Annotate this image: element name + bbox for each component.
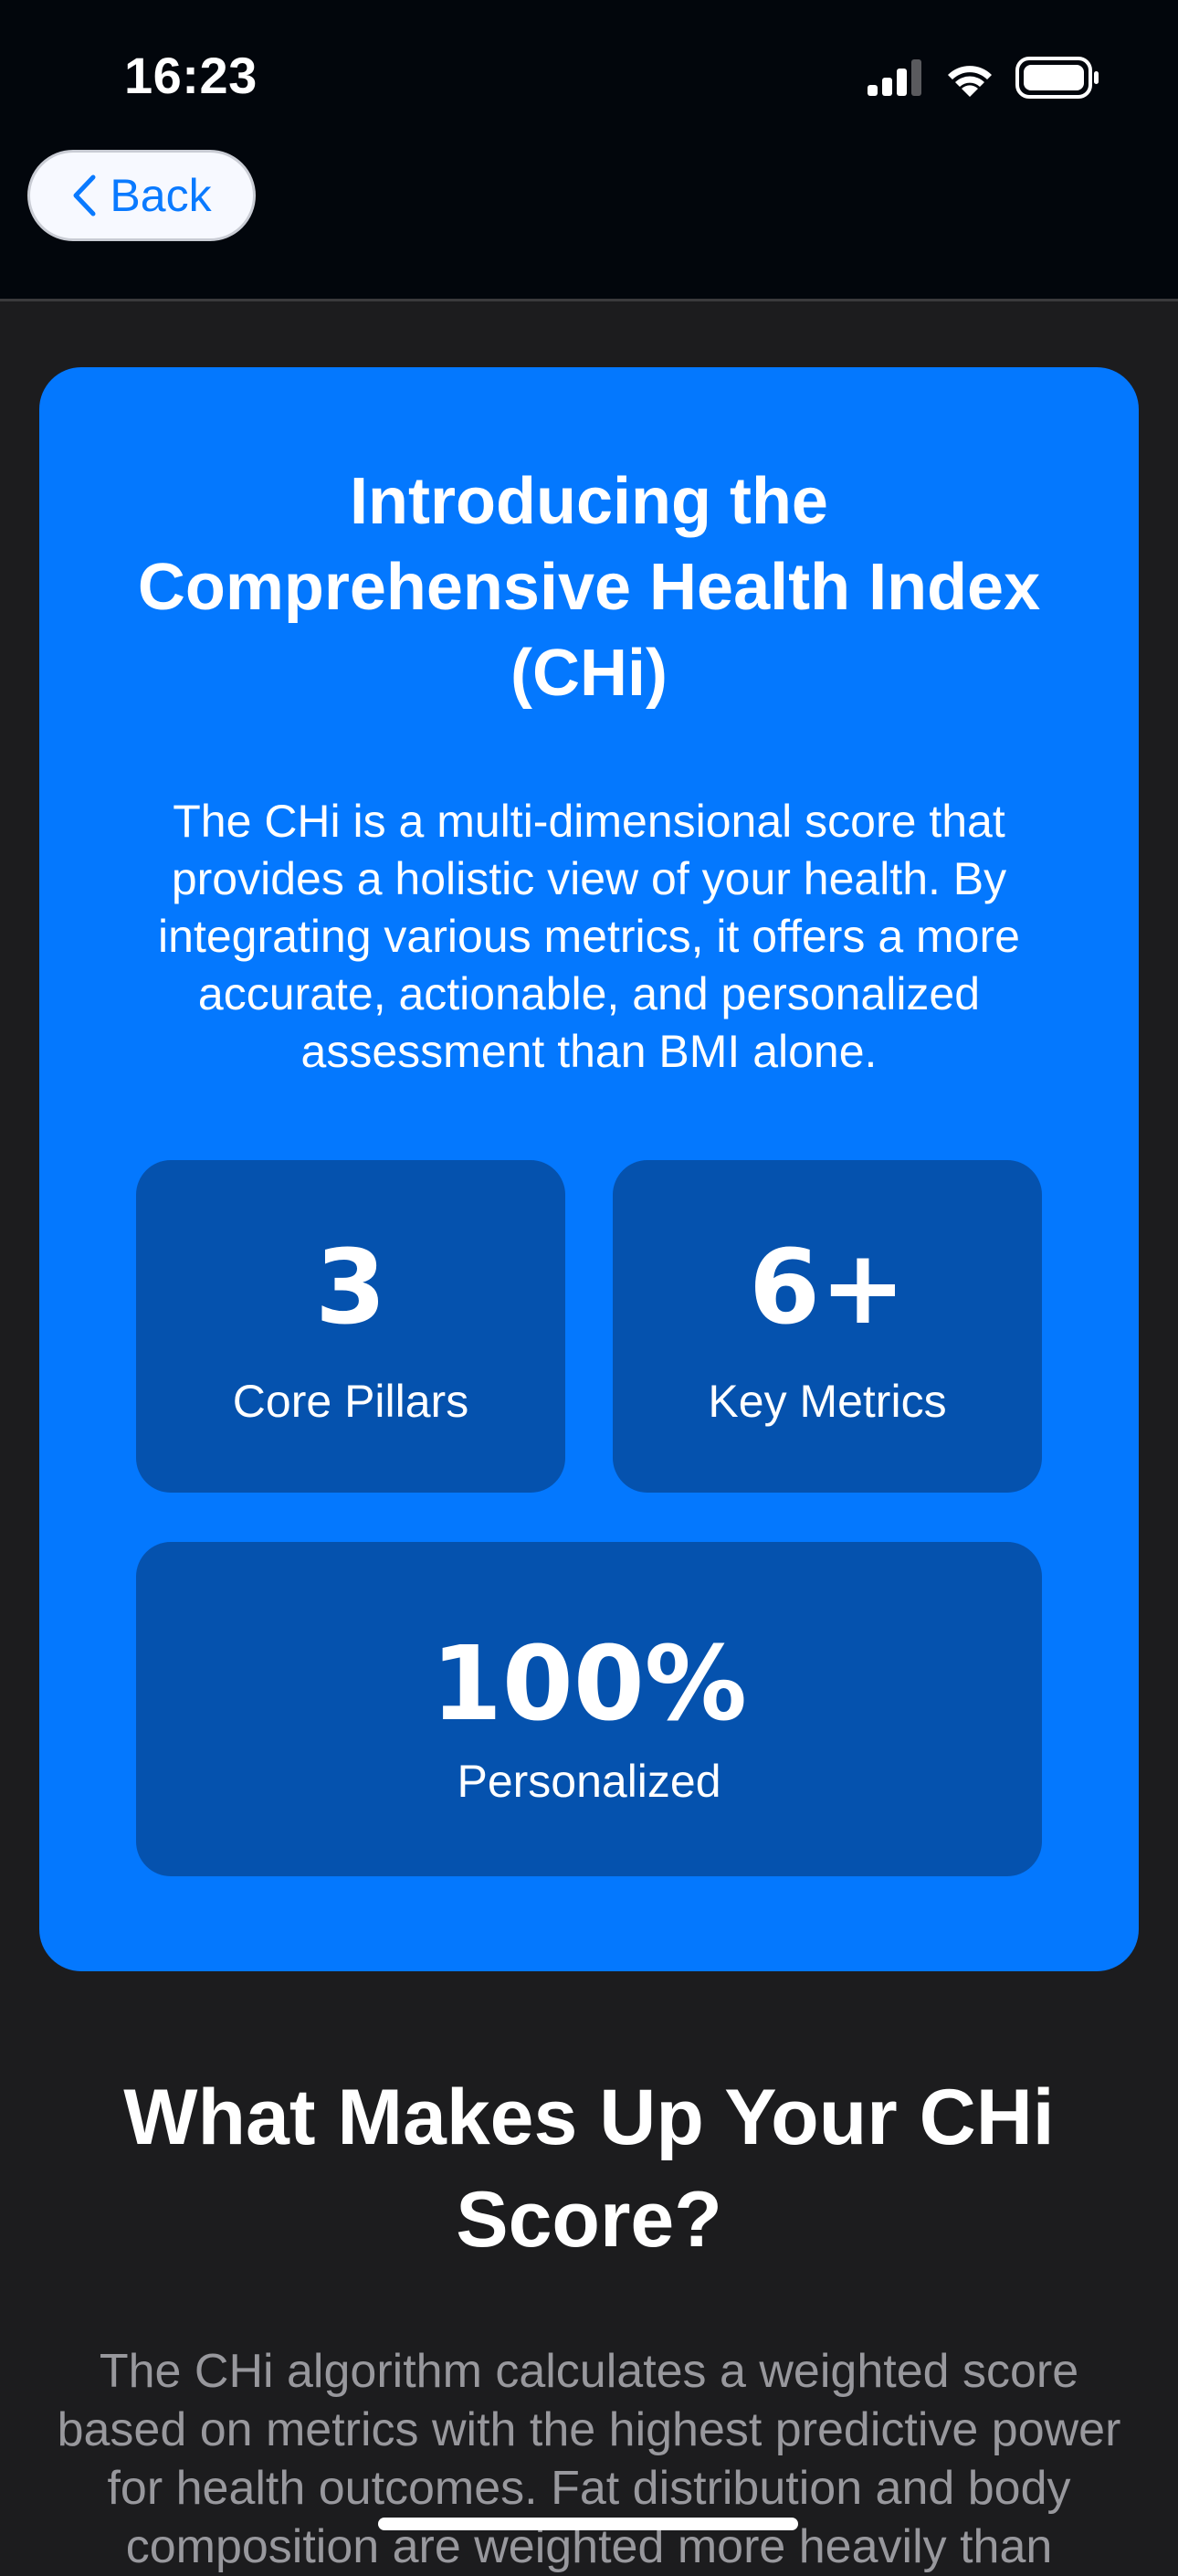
stat-value: 6+ (749, 1229, 906, 1347)
back-label: Back (110, 170, 212, 221)
stat-card-personalized: 100% Personalized (136, 1542, 1042, 1876)
chi-intro-card: Introducing the Comprehensive Health Ind… (39, 367, 1139, 1971)
hero-description: The CHi is a multi-dimensional score tha… (158, 796, 1020, 1077)
stat-value: 3 (315, 1229, 386, 1347)
battery-icon (1015, 56, 1099, 103)
stat-label: Key Metrics (708, 1376, 947, 1427)
top-bar: 16:23 Back (0, 0, 1178, 301)
hero-title: Introducing the Comprehensive Health Ind… (137, 465, 1041, 710)
section-body: The CHi algorithm calculates a weighted … (57, 2345, 1121, 2573)
status-icons (868, 56, 1099, 103)
stat-card-core-pillars: 3 Core Pillars (136, 1160, 565, 1493)
back-button[interactable]: Back (27, 150, 256, 241)
wifi-icon (944, 58, 995, 101)
chevron-left-icon (71, 174, 97, 217)
stat-label: Core Pillars (232, 1376, 469, 1427)
stat-card-key-metrics: 6+ Key Metrics (613, 1160, 1042, 1493)
home-indicator[interactable] (378, 2518, 798, 2530)
stat-label: Personalized (457, 1756, 721, 1807)
stat-value: 100% (430, 1625, 747, 1744)
section-title: What Makes Up Your CHi Score? (123, 2074, 1055, 2264)
signal-icon (868, 58, 924, 100)
status-time: 16:23 (124, 47, 258, 104)
